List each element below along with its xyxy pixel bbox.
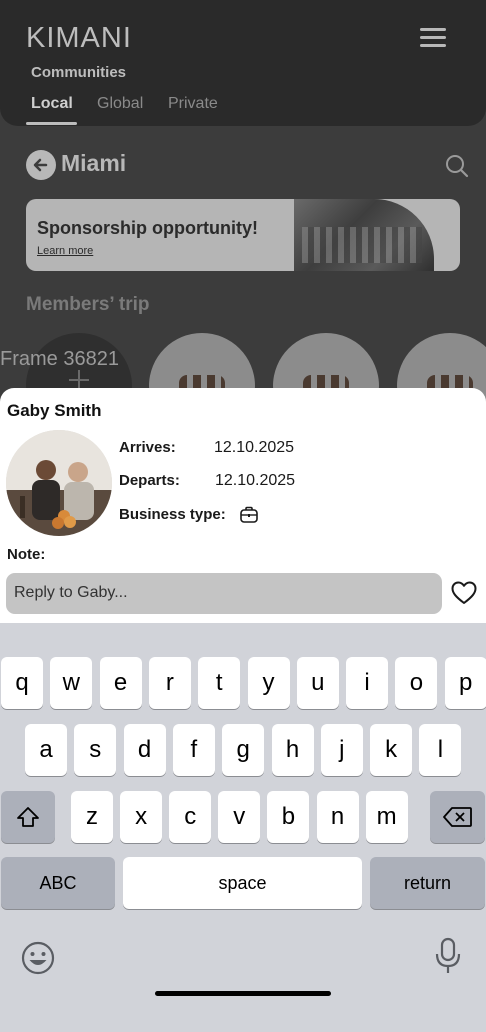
- arrives-date: 12.10.2025: [214, 439, 295, 456]
- key-g[interactable]: g: [222, 724, 265, 776]
- backspace-icon: [442, 807, 472, 827]
- arrives-label: Arrives:: [119, 439, 176, 456]
- member-name: Gaby Smith: [7, 401, 102, 420]
- back-button[interactable]: [26, 150, 56, 180]
- key-h[interactable]: h: [271, 724, 314, 776]
- key-b[interactable]: b: [267, 791, 310, 843]
- shift-key[interactable]: [1, 791, 55, 843]
- key-f[interactable]: f: [172, 724, 215, 776]
- top-bar: KIMANI Communities Local Global Private: [0, 0, 486, 126]
- key-r[interactable]: r: [148, 657, 191, 709]
- onscreen-keyboard: qwertyuiop asdfghjkl zxcvbnm ABC space r…: [0, 623, 486, 1032]
- key-e[interactable]: e: [99, 657, 142, 709]
- kimani-logo: KIMANI: [26, 22, 132, 52]
- sponsor-image: [294, 199, 434, 271]
- plus-icon: [69, 370, 89, 390]
- community-screen: KIMANI Communities Local Global Private …: [0, 0, 486, 439]
- key-t[interactable]: t: [198, 657, 241, 709]
- active-tab-indicator: [26, 122, 77, 125]
- city-title: Miami: [61, 150, 127, 176]
- key-w[interactable]: w: [50, 657, 93, 709]
- key-s[interactable]: s: [74, 724, 117, 776]
- briefcase-icon: [240, 506, 258, 523]
- key-m[interactable]: m: [365, 791, 408, 843]
- departs-label: Departs:: [119, 472, 180, 489]
- sponsorship-banner[interactable]: Sponsorship opportunity! Learn more: [26, 199, 460, 271]
- tab-global[interactable]: Global: [97, 95, 143, 113]
- tab-local[interactable]: Local: [31, 95, 73, 113]
- key-q[interactable]: q: [1, 657, 43, 709]
- home-indicator: [155, 991, 331, 996]
- key-u[interactable]: u: [296, 657, 339, 709]
- key-i[interactable]: i: [346, 657, 389, 709]
- key-v[interactable]: v: [218, 791, 261, 843]
- sponsor-title: Sponsorship opportunity!: [37, 218, 258, 238]
- reply-placeholder: Reply to Gaby...: [14, 584, 128, 601]
- space-key[interactable]: space: [123, 857, 362, 909]
- key-l[interactable]: l: [419, 724, 462, 776]
- reply-input[interactable]: Reply to Gaby...: [6, 573, 442, 614]
- emoji-icon[interactable]: [20, 940, 56, 976]
- heart-icon[interactable]: [450, 579, 478, 607]
- member-detail-sheet: Gaby Smith Arrives: 12.10.2025 Departs: …: [0, 388, 486, 624]
- search-icon[interactable]: [443, 152, 471, 180]
- key-d[interactable]: d: [123, 724, 166, 776]
- key-n[interactable]: n: [316, 791, 359, 843]
- arrow-left-icon: [33, 158, 48, 172]
- backspace-key[interactable]: [430, 791, 485, 843]
- departs-date: 12.10.2025: [215, 472, 296, 489]
- note-label: Note:: [7, 546, 46, 563]
- key-c[interactable]: c: [169, 791, 212, 843]
- key-p[interactable]: p: [444, 657, 486, 709]
- section-title: Communities: [31, 64, 127, 81]
- key-k[interactable]: k: [370, 724, 413, 776]
- return-key[interactable]: return: [370, 857, 485, 909]
- frame-label: Frame 36821: [0, 348, 119, 370]
- svg-text:KIMANI: KIMANI: [26, 22, 132, 52]
- learn-more-link[interactable]: Learn more: [37, 245, 93, 257]
- member-profile-photo: [6, 430, 112, 536]
- menu-icon[interactable]: [420, 28, 446, 48]
- key-a[interactable]: a: [25, 724, 67, 776]
- abc-key[interactable]: ABC: [1, 857, 115, 909]
- key-j[interactable]: j: [320, 724, 363, 776]
- microphone-icon[interactable]: [434, 936, 462, 976]
- business-type-label: Business type:: [119, 506, 226, 523]
- shift-icon: [17, 807, 39, 827]
- tab-private[interactable]: Private: [168, 95, 218, 113]
- key-y[interactable]: y: [247, 657, 290, 709]
- key-z[interactable]: z: [71, 791, 113, 843]
- key-o[interactable]: o: [395, 657, 438, 709]
- members-trip-title: Members’ trip: [26, 294, 150, 315]
- key-x[interactable]: x: [120, 791, 163, 843]
